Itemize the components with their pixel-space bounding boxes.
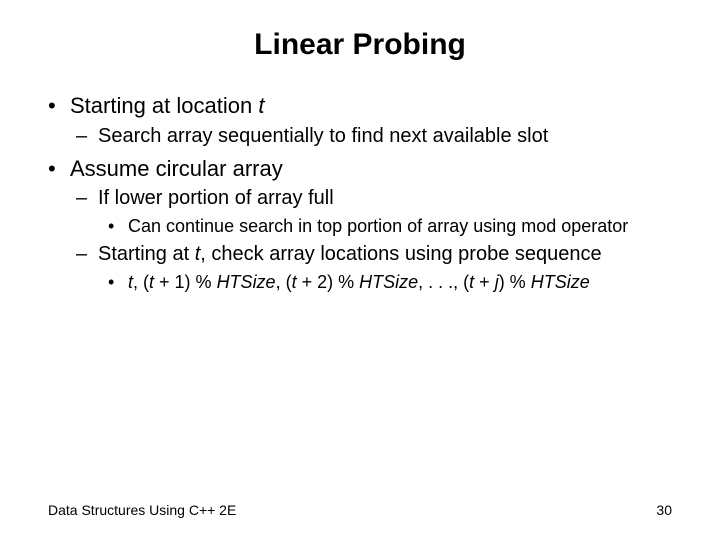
bullet-1: • Starting at location t – Search array … [48, 92, 672, 149]
text-fragment: + [474, 272, 495, 292]
text-fragment: , ( [276, 272, 292, 292]
bullet-list: • Starting at location t – Search array … [48, 92, 672, 293]
dash-icon: – [76, 186, 98, 211]
text-fragment-italic: HTSize [531, 272, 590, 292]
slide-content: • Starting at location t – Search array … [48, 92, 672, 293]
bullet-2-sub-2a: • t, (t + 1) % HTSize, (t + 2) % HTSize,… [48, 271, 672, 294]
bullet-2: • Assume circular array – If lower porti… [48, 155, 672, 294]
bullet-1-text: Starting at location t [70, 92, 264, 120]
bullet-2-sub-1-text: If lower portion of array full [98, 186, 334, 211]
dash-icon: – [76, 242, 98, 267]
text-fragment: + 2) % [297, 272, 360, 292]
text-fragment: Starting at location [70, 93, 258, 118]
bullet-2-sub-2-text: Starting at t, check array locations usi… [98, 242, 602, 267]
bullet-icon: • [108, 271, 128, 294]
bullet-icon: • [48, 92, 70, 120]
bullet-1-sub-1: – Search array sequentially to find next… [48, 124, 672, 149]
text-fragment: Starting at [98, 243, 195, 265]
bullet-2-sub-2a-text: t, (t + 1) % HTSize, (t + 2) % HTSize, .… [128, 271, 590, 294]
text-fragment: , . . ., ( [418, 272, 469, 292]
bullet-2-sub-2: – Starting at t, check array locations u… [48, 242, 672, 294]
bullet-2-sub-1a: • Can continue search in top portion of … [48, 215, 672, 238]
bullet-icon: • [48, 155, 70, 183]
bullet-2-sub-1a-text: Can continue search in top portion of ar… [128, 215, 628, 238]
footer-page-number: 30 [656, 502, 672, 518]
dash-icon: – [76, 124, 98, 149]
slide-footer: Data Structures Using C++ 2E 30 [48, 502, 672, 518]
footer-left: Data Structures Using C++ 2E [48, 502, 236, 518]
text-fragment: , check array locations using probe sequ… [200, 243, 601, 265]
slide: Linear Probing • Starting at location t … [0, 0, 720, 540]
bullet-2-text: Assume circular array [70, 155, 283, 183]
text-fragment: + 1) % [154, 272, 217, 292]
slide-title: Linear Probing [48, 28, 672, 62]
text-fragment: , ( [133, 272, 149, 292]
bullet-icon: • [108, 215, 128, 238]
text-fragment-italic: HTSize [359, 272, 418, 292]
bullet-1-sub-1-text: Search array sequentially to find next a… [98, 124, 548, 149]
text-fragment: ) % [499, 272, 531, 292]
text-fragment-italic: HTSize [217, 272, 276, 292]
bullet-2-sub-1: – If lower portion of array full • Can c… [48, 186, 672, 238]
text-fragment-italic: t [258, 93, 264, 118]
